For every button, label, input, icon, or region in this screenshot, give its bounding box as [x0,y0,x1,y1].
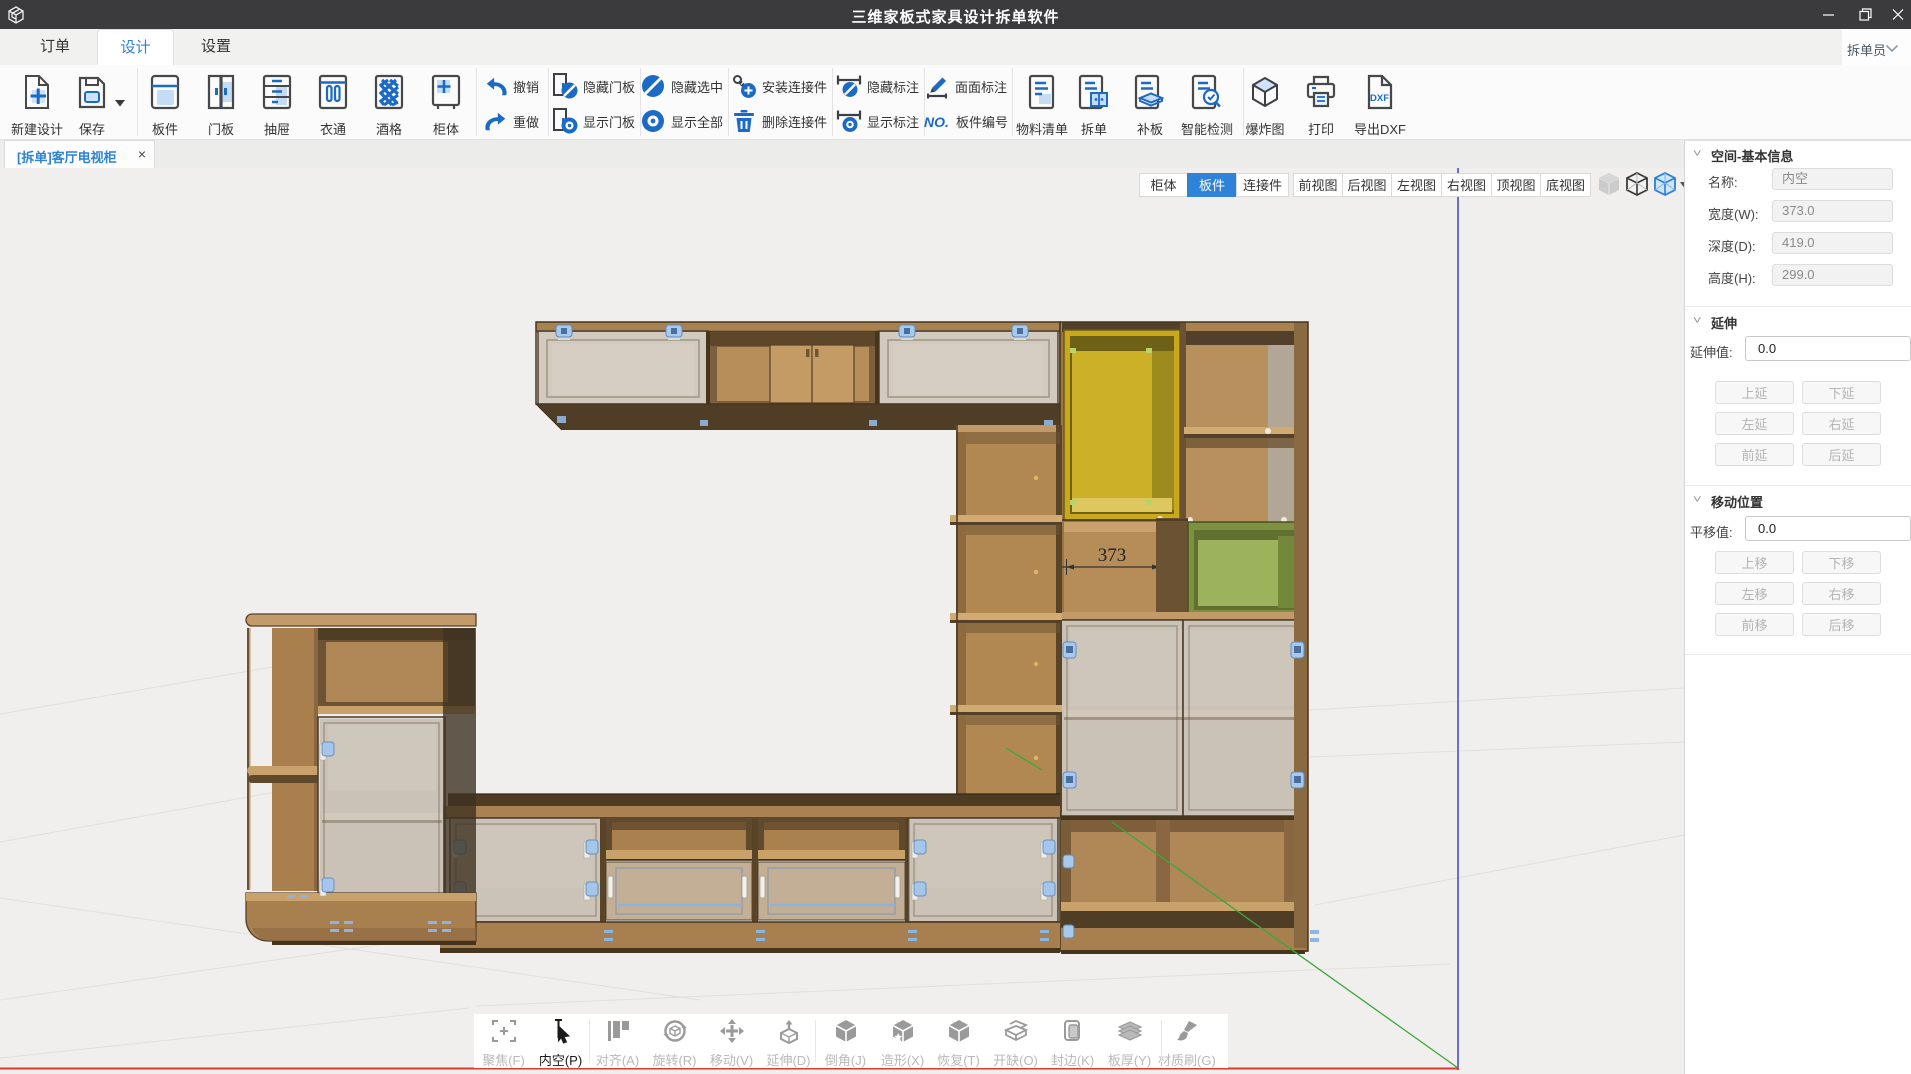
svg-text:DXF: DXF [1370,93,1389,104]
svg-text:NO.: NO. [924,114,949,130]
svg-text:373: 373 [1098,545,1127,566]
